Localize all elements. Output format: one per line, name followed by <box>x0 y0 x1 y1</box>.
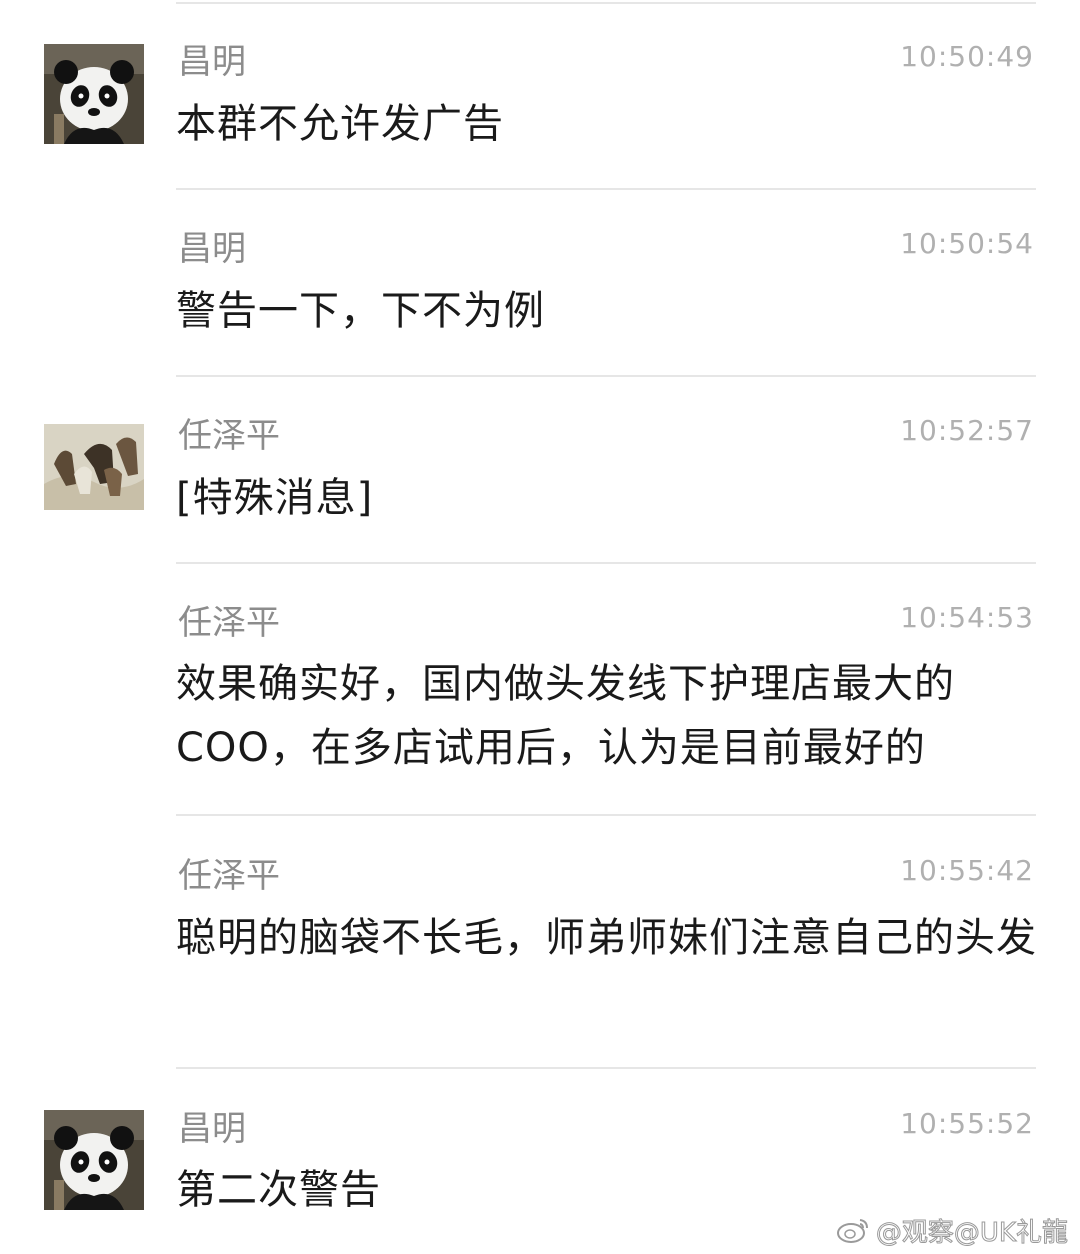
message-divider <box>176 562 1036 564</box>
weibo-icon <box>836 1219 868 1243</box>
panda-avatar[interactable] <box>44 1110 144 1210</box>
sender-name[interactable]: 昌明 <box>178 229 246 269</box>
message-text[interactable]: [特殊消息] <box>176 466 1046 530</box>
chat-message-list: 昌明 10:50:49 本群不允许发广告 昌明 10:50:54 警告一下，下不… <box>0 0 1080 1254</box>
sender-name[interactable]: 任泽平 <box>178 416 280 456</box>
sender-name[interactable]: 昌明 <box>178 1109 246 1149</box>
message-timestamp: 10:50:49 <box>900 40 1034 73</box>
message-timestamp: 10:50:54 <box>900 227 1034 260</box>
message-timestamp: 10:55:42 <box>900 854 1034 887</box>
sender-name[interactable]: 昌明 <box>178 42 246 82</box>
message-divider <box>176 188 1036 190</box>
horses-painting-avatar[interactable] <box>44 424 144 510</box>
weibo-watermark: @观察@UK礼龍 <box>836 1212 1069 1248</box>
message-text: 效果确实好，国内做头发线下护理店最大的COO，在多店试用后，认为是目前最好的 <box>176 661 955 771</box>
message-divider <box>176 1067 1036 1069</box>
panda-avatar[interactable] <box>44 44 144 144</box>
message-text: 本群不允许发广告 <box>176 101 504 147</box>
message-divider <box>176 2 1036 4</box>
message-timestamp: 10:55:52 <box>900 1107 1034 1140</box>
watermark-text: @观察@UK礼龍 <box>875 1217 1068 1248</box>
sender-name[interactable]: 任泽平 <box>178 856 280 896</box>
message-text: 警告一下，下不为例 <box>176 288 545 334</box>
message-timestamp: 10:54:53 <box>900 601 1034 634</box>
message-text: 聪明的脑袋不长毛，师弟师妹们注意自己的头发 <box>176 915 1037 961</box>
message-divider <box>176 375 1036 377</box>
sender-name[interactable]: 任泽平 <box>178 603 280 643</box>
message-timestamp: 10:52:57 <box>900 414 1034 447</box>
message-divider <box>176 814 1036 816</box>
